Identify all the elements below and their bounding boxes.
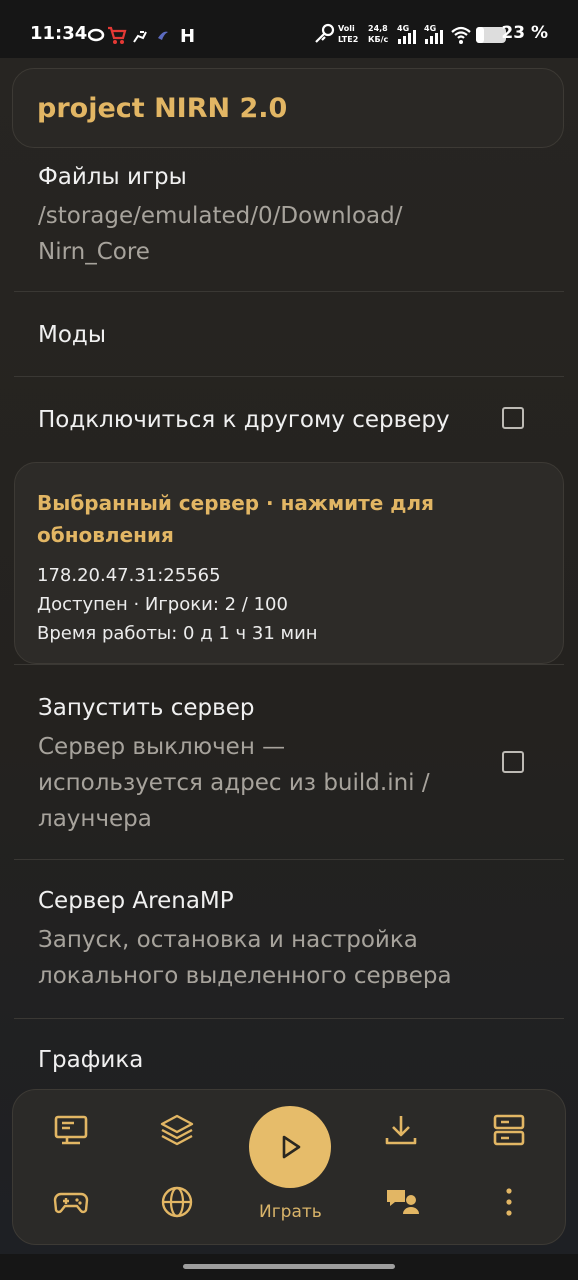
pref-mods-title: Моды <box>38 322 106 348</box>
svg-text:24,8: 24,8 <box>368 24 388 33</box>
server-status: Доступен · Игроки: 2 / 100 <box>37 594 288 615</box>
pref-arena-server-sub-1: Запуск, остановка и настройка <box>38 927 418 953</box>
server-uptime: Время работы: 0 д 1 ч 31 мин <box>37 623 318 644</box>
globe-icon[interactable] <box>159 1184 195 1220</box>
svg-text:4G: 4G <box>397 24 409 33</box>
status-time: 11:34 <box>30 23 88 44</box>
gesture-bar[interactable] <box>183 1264 395 1269</box>
cart-icon <box>108 26 127 40</box>
pref-graphics[interactable]: Графика <box>14 1019 564 1099</box>
key-icon <box>315 33 326 43</box>
pref-launch-server[interactable]: Запустить сервер Сервер выключен — испол… <box>14 664 564 860</box>
pref-game-files-title: Файлы игры <box>38 164 187 190</box>
chat-user-icon[interactable] <box>385 1184 421 1220</box>
play-label: Играть <box>259 1202 322 1222</box>
play-icon <box>282 1135 301 1159</box>
gesture-area <box>0 1254 578 1280</box>
pref-connect-other-title: Подключиться к другому серверу <box>38 407 450 433</box>
app-title: project NIRN 2.0 <box>37 93 288 124</box>
runner-icon <box>133 31 147 43</box>
bottom-nav: Играть <box>12 1089 566 1245</box>
svg-text:4G: 4G <box>424 24 436 33</box>
more-vert-icon[interactable] <box>491 1184 527 1220</box>
pref-arena-server[interactable]: Сервер ArenaMP Запуск, остановка и настр… <box>14 860 564 1019</box>
pref-game-files[interactable]: Файлы игры /storage/emulated/0/Download/… <box>14 148 564 292</box>
status-notification-icons: H <box>88 26 195 46</box>
server-card-title-line-2: обновления <box>37 523 174 547</box>
play-button[interactable] <box>249 1106 331 1188</box>
server-card[interactable]: Выбранный сервер · нажмите для обновлени… <box>14 462 564 664</box>
status-bar: 11:34 H Voli LTE2 24,8 КБ/с 4G 4G 23 % <box>0 0 578 58</box>
monitor-icon[interactable] <box>53 1112 89 1148</box>
pref-launch-server-sub-3: лаунчера <box>38 806 152 832</box>
svg-text:Voli: Voli <box>338 24 355 33</box>
svg-text:КБ/с: КБ/с <box>368 35 389 44</box>
app-title-bar: project NIRN 2.0 <box>12 68 564 148</box>
pref-game-files-path-2: Nirn_Core <box>38 239 150 265</box>
server-icon[interactable] <box>491 1112 527 1148</box>
pref-launch-server-sub-2: используется адрес из build.ini / <box>38 770 430 796</box>
server-card-title: Выбранный сервер · нажмите для обновлени… <box>37 487 457 551</box>
pref-arena-server-sub-2: локального выделенного сервера <box>38 963 452 989</box>
pref-graphics-title: Графика <box>38 1047 144 1073</box>
pref-launch-server-title: Запустить сервер <box>38 695 255 721</box>
gamepad-icon[interactable] <box>53 1184 89 1220</box>
status-right-icons: Voli LTE2 24,8 КБ/с 4G 4G <box>315 23 506 44</box>
battery-percent: 23 % <box>501 23 548 43</box>
download-icon[interactable] <box>383 1112 419 1148</box>
pref-game-files-path-1: /storage/emulated/0/Download/ <box>38 203 403 229</box>
pref-connect-other[interactable]: Подключиться к другому серверу <box>14 377 564 462</box>
pref-launch-server-sub-1: Сервер выключен — <box>38 734 286 760</box>
layers-icon[interactable] <box>159 1112 195 1148</box>
connect-other-checkbox[interactable] <box>502 407 524 429</box>
h-icon: H <box>180 26 195 46</box>
server-address: 178.20.47.31:25565 <box>37 565 221 586</box>
wifi-icon <box>451 26 471 39</box>
pref-mods[interactable]: Моды <box>14 292 564 377</box>
app-screen: project NIRN 2.0 Файлы игры /storage/emu… <box>0 58 578 1254</box>
ring-icon <box>88 28 105 42</box>
server-card-title-line-1: Выбранный сервер · нажмите для <box>37 491 434 515</box>
svg-text:LTE2: LTE2 <box>338 35 358 44</box>
bird-icon <box>158 31 168 40</box>
launch-server-checkbox[interactable] <box>502 751 524 773</box>
pref-arena-server-title: Сервер ArenaMP <box>38 888 234 914</box>
